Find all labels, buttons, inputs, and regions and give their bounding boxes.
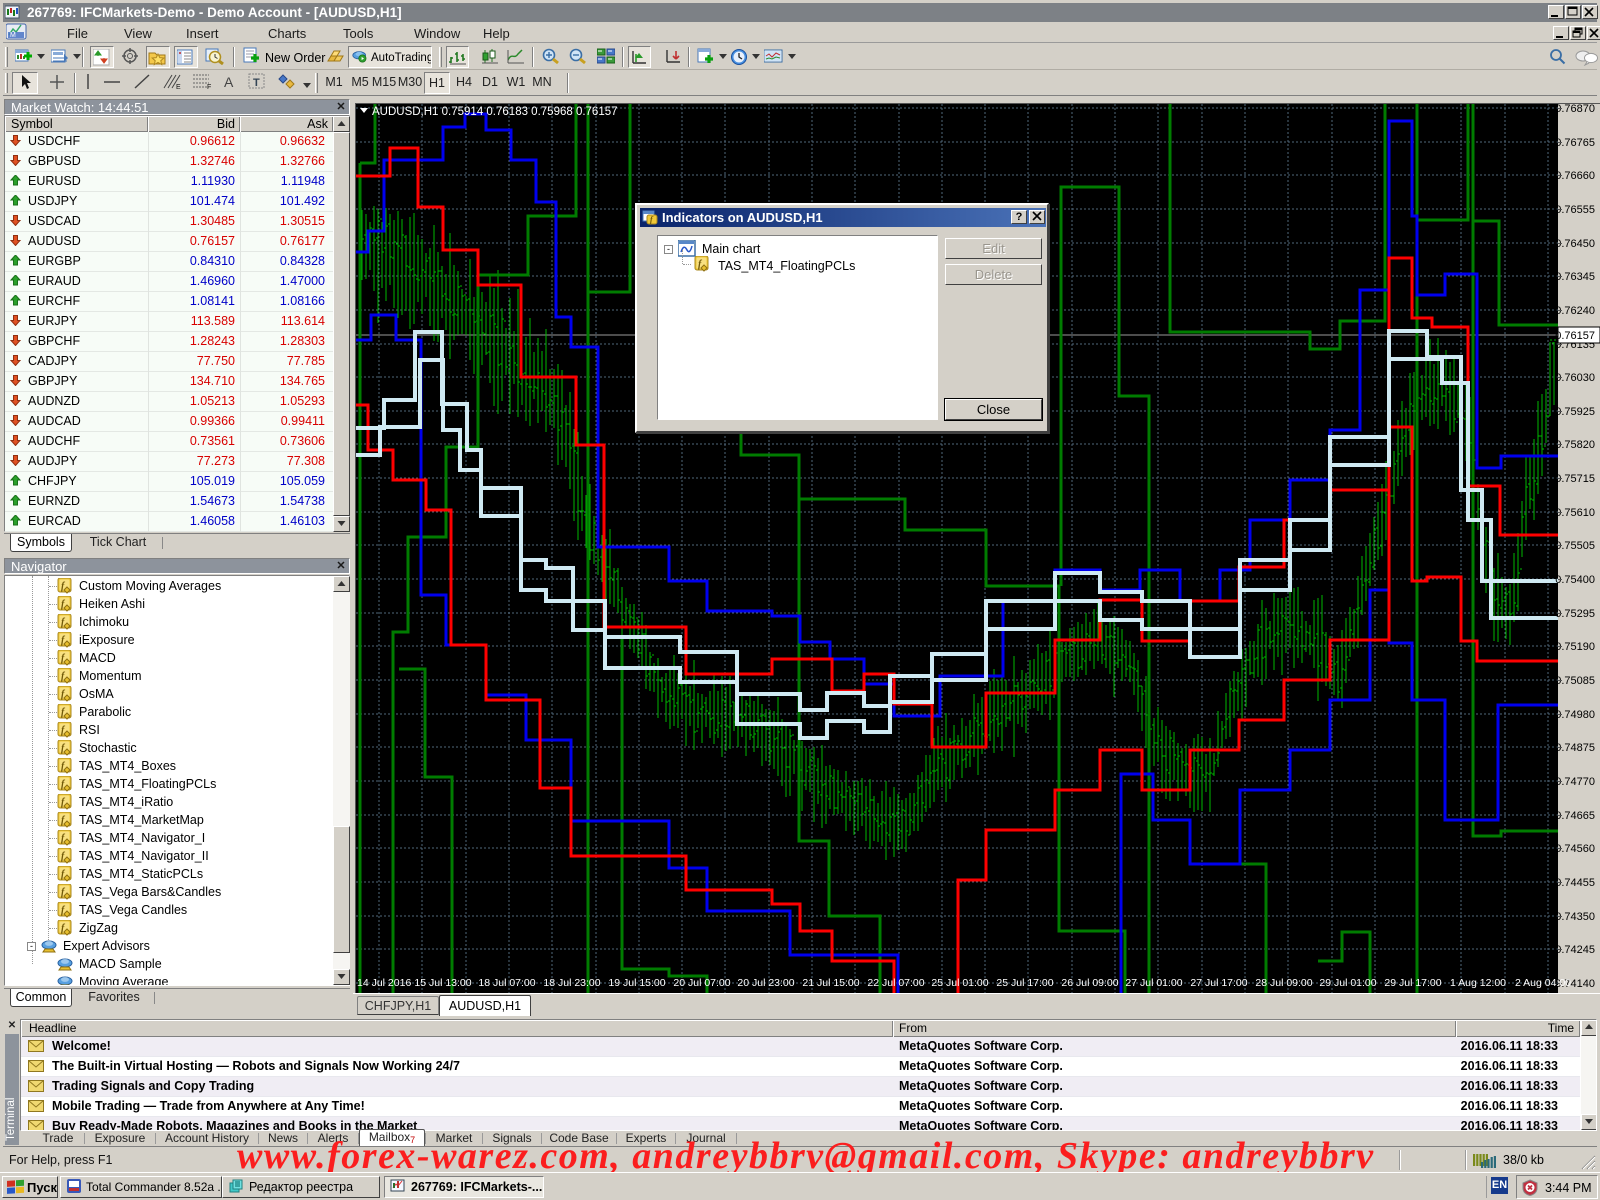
svg-text:A: A	[224, 74, 234, 90]
svg-text:AUDUSD,H1 0.75914 0.76183 0.75: AUDUSD,H1 0.75914 0.76183 0.75968 0.7615…	[372, 106, 618, 118]
svg-text:25 Jul 01:00: 25 Jul 01:00	[931, 977, 988, 989]
svg-text:26 Jul 09:00: 26 Jul 09:00	[1061, 977, 1118, 989]
svg-text:0.76870: 0.76870	[1555, 104, 1595, 115]
svg-text:29 Jul 17:00: 29 Jul 17:00	[1384, 977, 1441, 989]
svg-text:1 Aug 12:00: 1 Aug 12:00	[1450, 977, 1506, 989]
svg-text:M: M	[10, 32, 16, 39]
svg-text:19 Jul 15:00: 19 Jul 15:00	[608, 977, 665, 989]
svg-text:15 Jul 13:00: 15 Jul 13:00	[414, 977, 471, 989]
svg-text:27 Jul 01:00: 27 Jul 01:00	[1125, 977, 1182, 989]
svg-text:25 Jul 17:00: 25 Jul 17:00	[996, 977, 1053, 989]
svg-text:20 Jul 07:00: 20 Jul 07:00	[673, 977, 730, 989]
svg-text:22 Jul 07:00: 22 Jul 07:00	[867, 977, 924, 989]
svg-text:T: T	[253, 77, 260, 89]
svg-text:21 Jul 15:00: 21 Jul 15:00	[802, 977, 859, 989]
svg-text:27 Jul 17:00: 27 Jul 17:00	[1190, 977, 1247, 989]
svg-text:20 Jul 23:00: 20 Jul 23:00	[737, 977, 794, 989]
svg-text:18 Jul 23:00: 18 Jul 23:00	[543, 977, 600, 989]
svg-text:F: F	[207, 84, 211, 90]
svg-text:0.76157: 0.76157	[1555, 330, 1595, 342]
svg-text:14 Jul 2016: 14 Jul 2016	[357, 977, 411, 989]
svg-text:29 Jul 01:00: 29 Jul 01:00	[1319, 977, 1376, 989]
svg-text:E: E	[176, 84, 181, 90]
svg-text:18 Jul 07:00: 18 Jul 07:00	[478, 977, 535, 989]
svg-text:2 Aug 04:00: 2 Aug 04:00	[1515, 977, 1571, 989]
svg-text:28 Jul 09:00: 28 Jul 09:00	[1255, 977, 1312, 989]
